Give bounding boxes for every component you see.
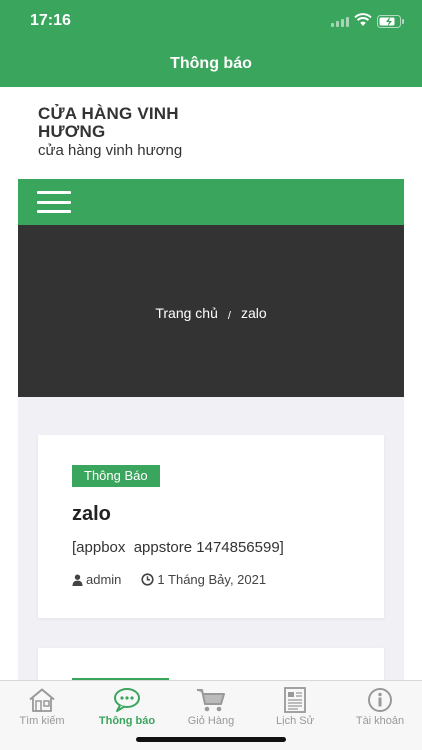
home-icon	[29, 688, 55, 712]
wifi-icon	[354, 13, 372, 26]
post-meta: admin 1 Tháng Bảy, 2021	[72, 572, 266, 587]
post-author[interactable]: admin	[86, 572, 121, 587]
breadcrumb-current: zalo	[240, 305, 267, 321]
breadcrumb-separator: /	[227, 310, 231, 322]
post-card	[38, 648, 384, 680]
tab-cart[interactable]: Giỏ Hàng	[169, 687, 253, 727]
tab-label: Giỏ Hàng	[187, 715, 235, 727]
home-indicator[interactable]	[136, 737, 286, 742]
nav-title: Thông báo	[170, 55, 252, 72]
tab-label: Tài khoản	[355, 715, 405, 727]
clock-icon	[141, 573, 155, 586]
info-icon	[368, 688, 392, 712]
hamburger-menu-icon[interactable]	[37, 191, 71, 213]
post-date: 1 Tháng Bảy, 2021	[157, 572, 267, 587]
menu-bar	[18, 179, 404, 225]
tab-label: Thông báo	[98, 715, 156, 727]
tab-history[interactable]: Lịch Sử	[253, 687, 337, 727]
cart-icon	[197, 689, 225, 712]
tab-notifications[interactable]: Thông báo	[85, 687, 169, 727]
tab-label: Lịch Sử	[276, 715, 314, 727]
chat-bubble-icon	[114, 688, 140, 712]
category-badge[interactable]: Thông Báo	[72, 465, 160, 487]
site-name[interactable]: CỬA HÀNG VINH HƯƠNG	[38, 105, 228, 141]
navigation-bar: Thông báo	[0, 44, 422, 87]
tab-search[interactable]: Tìm kiếm	[0, 687, 84, 727]
post-list: Thông Báo zalo [appbox appstore 14748565…	[18, 397, 404, 680]
breadcrumb-home-link[interactable]: Trang chủ	[155, 305, 218, 321]
site-header: CỬA HÀNG VINH HƯƠNG cửa hàng vinh hương	[0, 87, 422, 179]
post-title[interactable]: zalo	[72, 503, 111, 526]
breadcrumb: Trang chủ / zalo	[18, 305, 404, 322]
page-hero: Trang chủ / zalo	[18, 225, 404, 397]
status-bar: 17:16	[0, 0, 422, 44]
tab-label: Tìm kiếm	[19, 715, 65, 727]
battery-charging-icon	[377, 15, 404, 28]
site-tagline: cửa hàng vinh hương	[38, 142, 183, 159]
post-card: Thông Báo zalo [appbox appstore 14748565…	[38, 435, 384, 618]
status-time: 17:16	[30, 12, 71, 29]
history-document-icon	[284, 687, 306, 713]
post-excerpt: [appbox appstore 1474856599]	[72, 539, 284, 556]
cellular-signal-icon	[331, 16, 349, 27]
tab-account[interactable]: Tài khoản	[338, 687, 422, 727]
user-icon	[72, 574, 83, 586]
